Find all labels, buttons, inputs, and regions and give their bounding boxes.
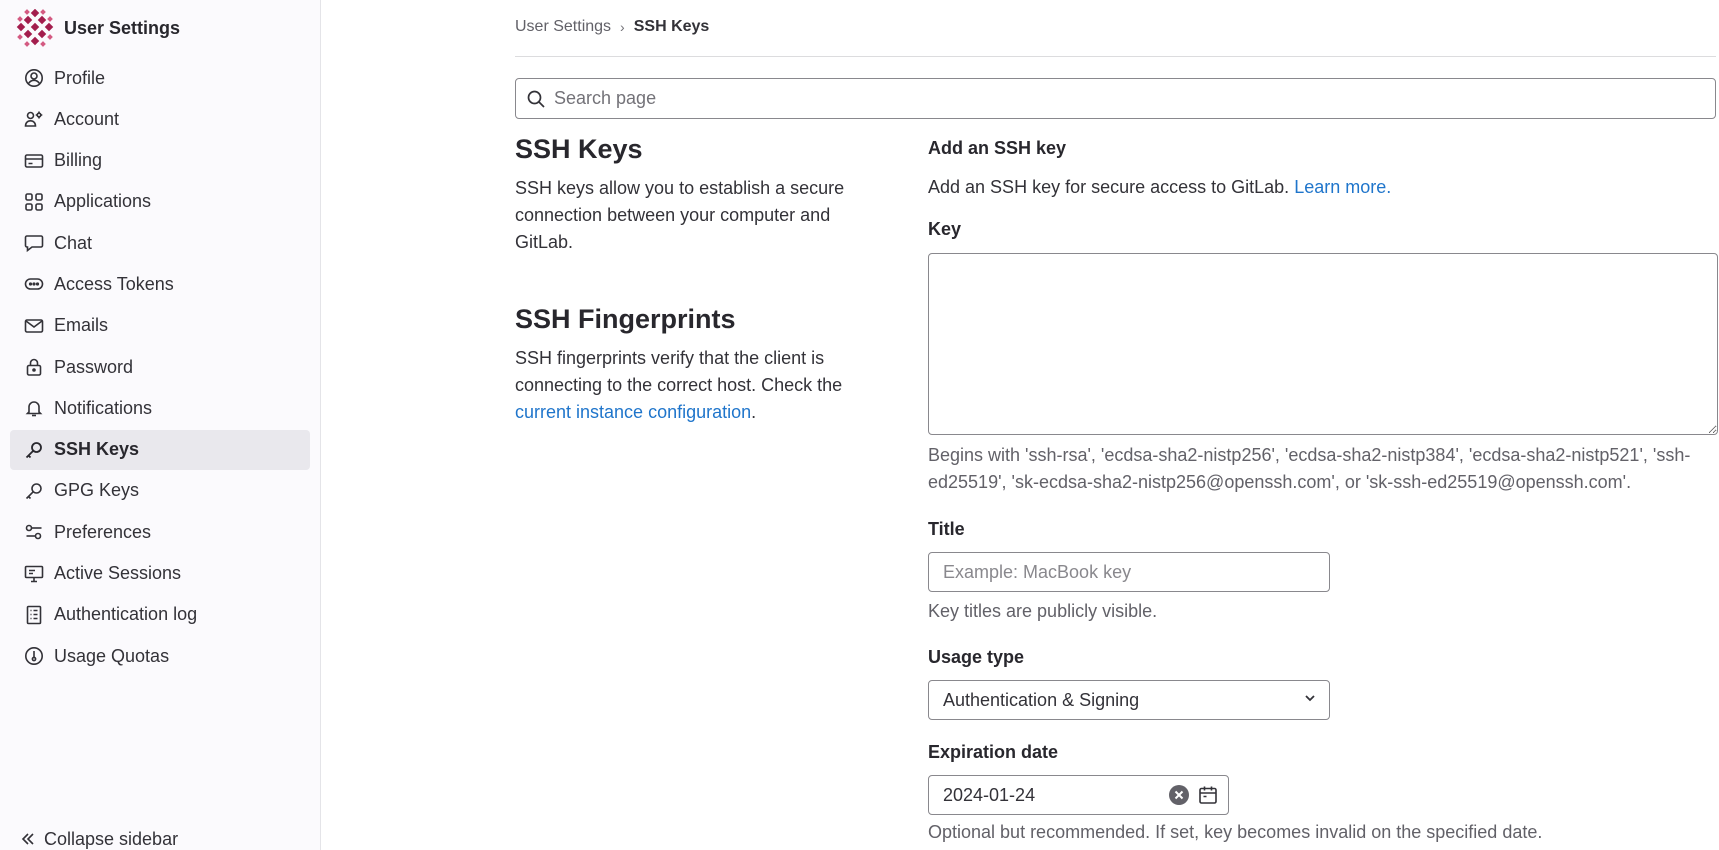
breadcrumb: User Settings › SSH Keys bbox=[515, 18, 709, 36]
monitor-icon bbox=[24, 564, 44, 584]
key-icon bbox=[24, 481, 44, 501]
sidebar-item-label: Active Sessions bbox=[54, 563, 182, 584]
form-desc-text: Add an SSH key for secure access to GitL… bbox=[928, 177, 1295, 197]
sidebar-item-label: Usage Quotas bbox=[54, 645, 170, 666]
gitlab-logo-icon bbox=[16, 9, 54, 47]
info-column: SSH Keys SSH keys allow you to establish… bbox=[515, 134, 885, 426]
key-icon bbox=[24, 440, 44, 460]
account-icon bbox=[24, 109, 44, 129]
ssh-fingerprints-heading: SSH Fingerprints bbox=[515, 304, 736, 334]
gauge-icon bbox=[24, 646, 44, 666]
sidebar-item-label: Billing bbox=[54, 150, 103, 171]
key-textarea[interactable] bbox=[928, 253, 1718, 435]
sidebar-item-label: Profile bbox=[54, 67, 106, 88]
sidebar-item-preferences[interactable]: Preferences bbox=[10, 512, 310, 552]
sidebar-item-applications[interactable]: Applications bbox=[10, 182, 310, 222]
instance-configuration-link[interactable]: current instance configuration bbox=[515, 402, 751, 422]
mail-icon bbox=[24, 316, 44, 336]
sidebar-item-label: Password bbox=[54, 356, 134, 377]
sidebar-item-account[interactable]: Account bbox=[10, 99, 310, 139]
preferences-icon bbox=[24, 522, 44, 542]
search-icon bbox=[526, 89, 546, 109]
applications-icon bbox=[24, 192, 44, 212]
breadcrumb-current[interactable]: SSH Keys bbox=[634, 18, 710, 36]
sidebar-item-access-tokens[interactable]: Access Tokens bbox=[10, 264, 310, 304]
sidebar-item-password[interactable]: Password bbox=[10, 347, 310, 387]
sidebar-brand[interactable]: User Settings bbox=[16, 8, 180, 48]
sidebar-item-label: Preferences bbox=[54, 521, 152, 542]
sidebar-item-billing[interactable]: Billing bbox=[10, 141, 310, 181]
add-ssh-key-form: Add an SSH key Add an SSH key for secure… bbox=[928, 138, 1718, 846]
title-help-text: Key titles are publicly visible. bbox=[928, 601, 1158, 621]
form-description: Add an SSH key for secure access to GitL… bbox=[928, 177, 1718, 198]
chat-icon bbox=[24, 233, 44, 253]
ssh-keys-description: SSH keys allow you to establish a secure… bbox=[515, 178, 845, 252]
sidebar-item-gpg-keys[interactable]: GPG Keys bbox=[10, 471, 310, 511]
lock-icon bbox=[24, 357, 44, 377]
breadcrumb-separator: › bbox=[620, 19, 625, 35]
title-input[interactable] bbox=[928, 552, 1330, 592]
ssh-keys-heading: SSH Keys bbox=[515, 134, 643, 164]
sidebar-item-label: Account bbox=[54, 108, 120, 129]
bell-icon bbox=[24, 398, 44, 418]
search-box[interactable] bbox=[515, 78, 1716, 119]
usage-type-select[interactable]: Authentication & Signing bbox=[928, 680, 1330, 720]
key-help-text: Begins with 'ssh-rsa', 'ecdsa-sha2-nistp… bbox=[928, 445, 1691, 492]
form-title: Add an SSH key bbox=[928, 138, 1067, 158]
sidebar-nav: Profile Account Billing Applications Cha… bbox=[10, 58, 310, 677]
sidebar-item-notifications[interactable]: Notifications bbox=[10, 388, 310, 428]
double-chevron-left-icon bbox=[20, 831, 38, 847]
fingerprints-end: . bbox=[751, 402, 757, 422]
collapse-sidebar-button[interactable]: Collapse sidebar bbox=[20, 826, 178, 850]
sidebar-item-label: Emails bbox=[54, 315, 109, 336]
sidebar-item-label: Applications bbox=[54, 191, 152, 212]
sidebar-item-chat[interactable]: Chat bbox=[10, 223, 310, 263]
learn-more-link[interactable]: Learn more. bbox=[1294, 177, 1391, 197]
key-label: Key bbox=[928, 219, 962, 239]
sidebar-title: User Settings bbox=[64, 17, 181, 38]
sidebar-item-label: Chat bbox=[54, 232, 93, 253]
token-icon bbox=[24, 274, 44, 294]
usage-type-label: Usage type bbox=[928, 647, 1025, 667]
sidebar-item-label: SSH Keys bbox=[54, 439, 140, 460]
search-input[interactable] bbox=[554, 88, 1704, 109]
sidebar-item-label: Authentication log bbox=[54, 604, 198, 625]
sidebar-item-active-sessions[interactable]: Active Sessions bbox=[10, 554, 310, 594]
calendar-icon[interactable] bbox=[1198, 785, 1218, 805]
sidebar-item-emails[interactable]: Emails bbox=[10, 306, 310, 346]
expiration-date-label: Expiration date bbox=[928, 742, 1059, 762]
header-divider bbox=[515, 56, 1716, 57]
log-icon bbox=[24, 605, 44, 625]
collapse-sidebar-label: Collapse sidebar bbox=[44, 828, 179, 849]
sidebar-item-authentication-log[interactable]: Authentication log bbox=[10, 595, 310, 635]
ssh-fingerprints-description: SSH fingerprints verify that the client … bbox=[515, 345, 885, 426]
profile-icon bbox=[24, 68, 44, 88]
expiration-help-text: Optional but recommended. If set, key be… bbox=[928, 822, 1543, 842]
sidebar-item-label: GPG Keys bbox=[54, 480, 140, 501]
sidebar-item-profile[interactable]: Profile bbox=[10, 58, 310, 98]
fingerprints-text: SSH fingerprints verify that the client … bbox=[515, 348, 843, 395]
chevron-down-icon bbox=[1303, 691, 1317, 710]
sidebar: User Settings Profile Account Billing Ap… bbox=[0, 0, 321, 850]
expiration-date-field[interactable]: 2024-01-24 bbox=[928, 775, 1229, 815]
sidebar-item-ssh-keys[interactable]: SSH Keys bbox=[10, 429, 310, 470]
breadcrumb-user-settings[interactable]: User Settings bbox=[515, 18, 611, 36]
title-label: Title bbox=[928, 519, 965, 539]
usage-type-value: Authentication & Signing bbox=[943, 689, 1140, 710]
sidebar-item-usage-quotas[interactable]: Usage Quotas bbox=[10, 636, 310, 676]
sidebar-item-label: Notifications bbox=[54, 397, 153, 418]
sidebar-item-label: Access Tokens bbox=[54, 273, 174, 294]
expiration-date-value[interactable]: 2024-01-24 bbox=[943, 785, 1168, 806]
clear-icon[interactable] bbox=[1168, 784, 1190, 806]
billing-icon bbox=[24, 151, 44, 171]
